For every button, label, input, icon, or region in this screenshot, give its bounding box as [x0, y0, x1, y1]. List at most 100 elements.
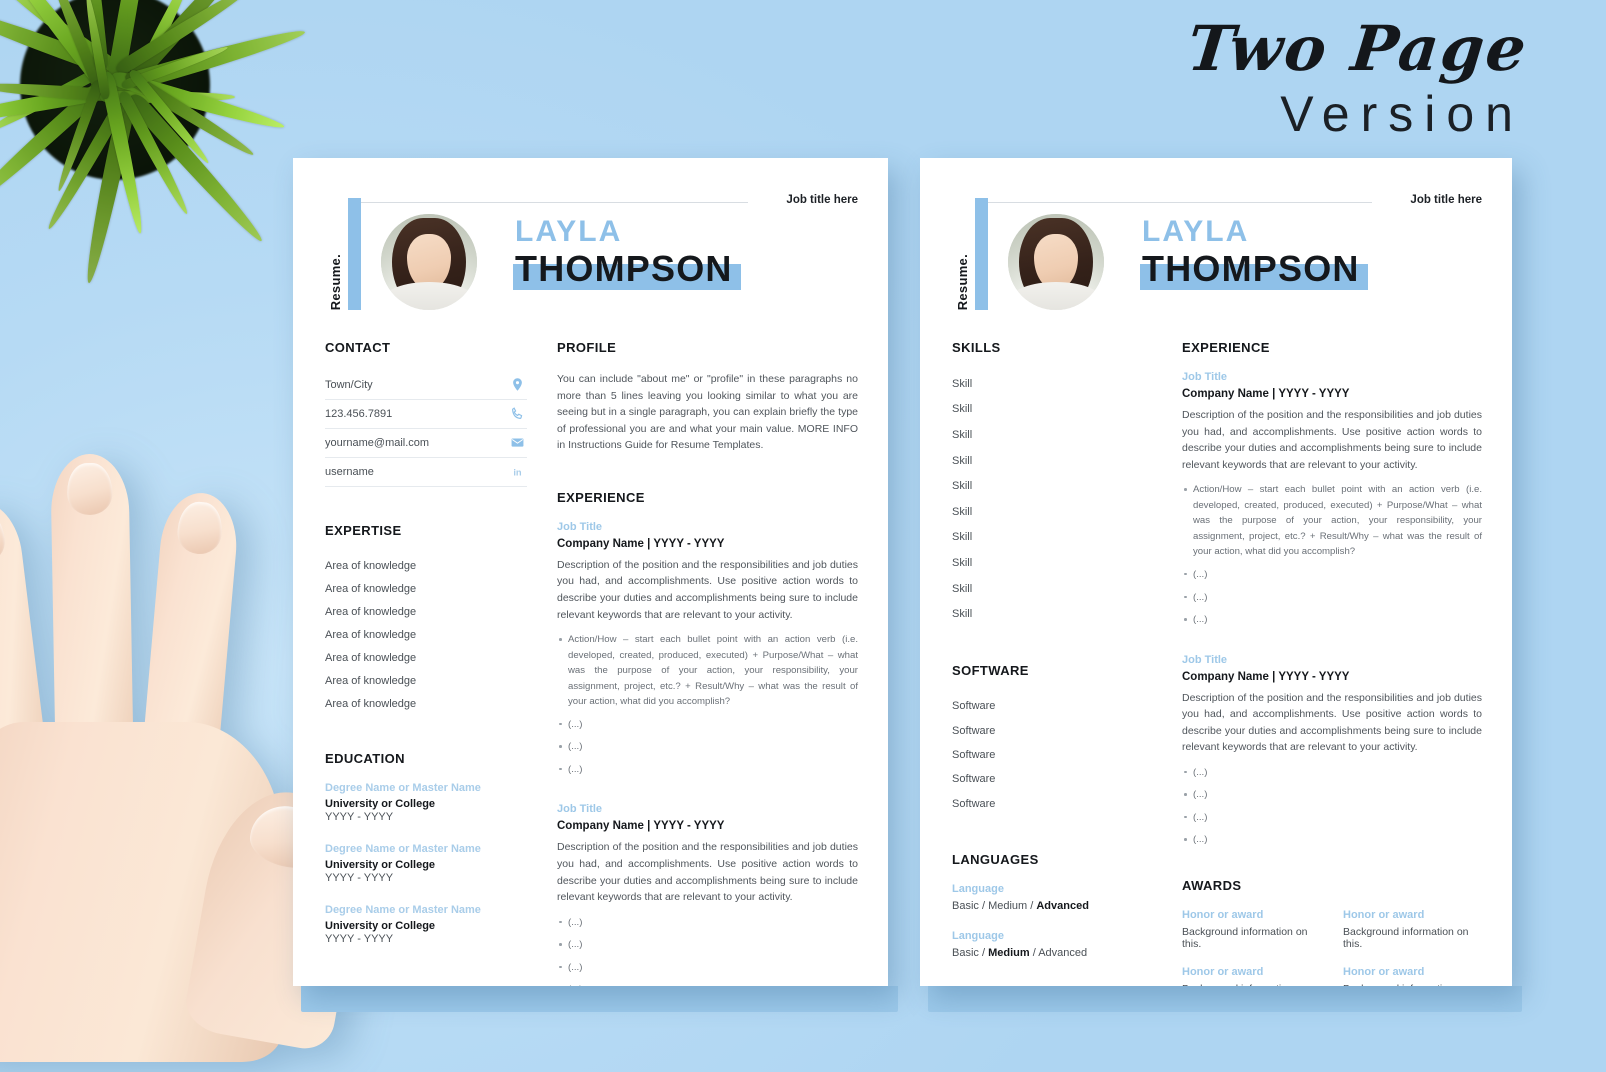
page-2-sidebar: SKILLS Skill Skill Skill Skill Skill Skill Ski… — [952, 340, 1152, 986]
language-level: Basic / Medium / Advanced — [952, 900, 1152, 912]
experience-company-line: Company Name | YYYY - YYYY — [1182, 670, 1350, 683]
name-last: THOMPSON — [515, 247, 733, 289]
language-name: Language — [952, 882, 1004, 895]
language-level-selected: Advanced — [1036, 899, 1089, 912]
experience-bullets: Action/How – start each bullet point wit… — [557, 632, 858, 777]
experience-job-title: Job Title — [1182, 371, 1228, 383]
experience-item: Job Title Company Name | YYYY - YYYY Descr… — [1182, 371, 1482, 628]
resume-page-1[interactable]: Job title here Resume. LAYLA THOMPSON CO… — [293, 158, 888, 986]
experience-bullet: (...) — [557, 937, 858, 953]
experience-heading-p2: EXPERIENCE — [1182, 340, 1270, 355]
language-level-selected: Medium — [988, 946, 1030, 959]
award-item: Honor or award Background information on … — [1343, 909, 1482, 950]
experience-heading-p1: EXPERIENCE — [557, 489, 645, 505]
resume-page-2[interactable]: Job title here Resume. LAYLA THOMPSON SK… — [920, 158, 1512, 986]
language-name: Language — [952, 929, 1004, 942]
name-last-wrapper: THOMPSON — [1140, 249, 1368, 290]
experience-item: Job Title Company Name | YYYY - YYYY Descr… — [557, 521, 858, 778]
experience-bullet: Action/How – start each bullet point wit… — [1182, 482, 1482, 560]
skill-item: Skill — [952, 531, 973, 544]
experience-description: Description of the position and the resp… — [1182, 691, 1482, 754]
experience-bullet: (...) — [1182, 590, 1482, 606]
skill-item: Skill — [952, 377, 973, 390]
award-item: Honor or award Background information on … — [1182, 966, 1321, 986]
experience-job-title: Job Title — [557, 803, 603, 816]
envelope-icon[interactable] — [510, 435, 525, 450]
software-list: Software Software Software Software Software — [952, 694, 1152, 816]
skill-item: Skill — [952, 480, 973, 493]
profile-heading: PROFILE — [557, 340, 617, 355]
experience-bullet: (...) — [1182, 832, 1482, 848]
education-years: YYYY - YYYY — [325, 872, 394, 884]
expertise-list: Area of knowledge Area of knowledge Area o… — [325, 554, 527, 715]
resume-page-2-wrapper[interactable]: Job title here Resume. LAYLA THOMPSON SK… — [920, 158, 1522, 1012]
contact-row[interactable]: username in — [325, 458, 527, 487]
skill-item: Skill — [952, 608, 973, 621]
language-level: Basic / Medium / Advanced — [952, 947, 1152, 959]
header-rule — [988, 202, 1372, 203]
page-stack-band — [928, 986, 1522, 1012]
contact-list: Town/City 123.456.7891 yourname@mail.com us… — [325, 371, 527, 487]
resume-side-label-text: Resume. — [327, 253, 343, 310]
page-1-body: CONTACT Town/City 123.456.7891 yourname@ma… — [293, 318, 888, 986]
expertise-item: Area of knowledge — [325, 559, 417, 572]
education-list: Degree Name or Master Name University or … — [325, 782, 527, 945]
name-block: LAYLA THOMPSON — [1140, 216, 1368, 290]
experience-bullet: (...) — [1182, 612, 1482, 628]
contact-row[interactable]: 123.456.7891 — [325, 400, 527, 429]
award-name: Honor or award — [1343, 909, 1425, 921]
education-heading: EDUCATION — [325, 751, 405, 766]
page-1-main: PROFILE You can include "about me" or "p… — [557, 340, 858, 986]
linkedin-icon[interactable]: in — [510, 464, 525, 479]
resume-side-label: Resume. — [952, 198, 972, 310]
headline: Two Page Version — [1185, 12, 1532, 144]
award-name: Honor or award — [1182, 909, 1264, 921]
contact-value: Town/City — [325, 378, 373, 391]
experience-list-p1: Job Title Company Name | YYYY - YYYY Descr… — [557, 521, 858, 986]
skill-item: Skill — [952, 505, 973, 518]
experience-job-title: Job Title — [1182, 653, 1228, 666]
name-last-wrapper: THOMPSON — [513, 247, 741, 290]
skill-item: Skill — [952, 582, 973, 595]
education-years: YYYY - YYYY — [325, 811, 394, 823]
software-item: Software — [952, 748, 996, 761]
contact-row[interactable]: Town/City — [325, 371, 527, 400]
contact-value: yourname@mail.com — [325, 436, 430, 449]
contact-row[interactable]: yourname@mail.com — [325, 429, 527, 458]
accent-bar — [348, 198, 361, 310]
expertise-heading: EXPERTISE — [325, 523, 402, 538]
experience-bullet: (...) — [557, 762, 858, 778]
skill-item: Skill — [952, 403, 973, 416]
experience-bullet: (...) — [557, 960, 858, 976]
education-degree: Degree Name or Master Name — [325, 904, 481, 916]
awards-list: Honor or award Background information on … — [1182, 909, 1482, 986]
avatar-shoulder — [1011, 282, 1101, 310]
avatar-shoulder — [384, 282, 474, 310]
expertise-item: Area of knowledge — [325, 651, 417, 664]
award-item: Honor or award Background information on … — [1182, 909, 1321, 950]
profile-text: You can include "about me" or "profile" … — [557, 373, 858, 452]
resume-header: Job title here Resume. LAYLA THOMPSON — [920, 158, 1512, 318]
experience-item: Job Title Company Name | YYYY - YYYY Descr… — [557, 803, 858, 986]
resume-side-label-text: Resume. — [954, 253, 970, 310]
language-level-pre: Basic / — [952, 946, 989, 959]
language-level-pre: Basic / Medium / — [952, 899, 1037, 912]
award-description: Background information on this. — [1343, 983, 1482, 986]
location-pin-icon[interactable] — [510, 377, 525, 392]
experience-bullet: (...) — [557, 982, 858, 986]
phone-icon[interactable] — [510, 406, 525, 421]
experience-bullet: Action/How – start each bullet point wit… — [557, 632, 858, 710]
language-level-post: / Advanced — [1029, 946, 1088, 959]
award-name: Honor or award — [1343, 966, 1425, 978]
education-degree: Degree Name or Master Name — [325, 782, 481, 794]
experience-bullet: (...) — [1182, 787, 1482, 803]
experience-bullets: Action/How – start each bullet point wit… — [1182, 482, 1482, 627]
avatar — [381, 214, 477, 310]
experience-bullet: (...) — [1182, 567, 1482, 583]
resume-header: Job title here Resume. LAYLA THOMPSON — [293, 158, 888, 318]
contact-heading: CONTACT — [325, 340, 391, 355]
resume-page-1-wrapper[interactable]: Job title here Resume. LAYLA THOMPSON CO… — [293, 158, 898, 1012]
education-school: University or College — [325, 798, 436, 810]
software-heading: SOFTWARE — [952, 662, 1029, 678]
page-1-sidebar: CONTACT Town/City 123.456.7891 yourname@ma… — [325, 340, 527, 986]
